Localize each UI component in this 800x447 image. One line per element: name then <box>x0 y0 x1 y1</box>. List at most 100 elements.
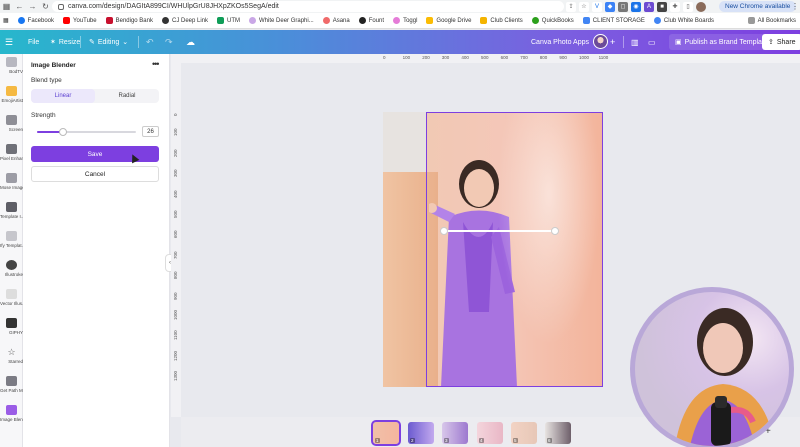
ruler-tick-label: 300 <box>173 169 178 178</box>
ruler-tick-label: 1000 <box>173 309 178 320</box>
site-info-icon[interactable] <box>58 3 64 10</box>
rail-item-get-path[interactable]: Get Path M... <box>0 373 23 402</box>
google-drive-icon <box>426 17 434 24</box>
folder-icon <box>747 17 755 24</box>
strength-slider[interactable] <box>37 128 136 136</box>
hamburger-menu-icon[interactable]: ☰ <box>5 30 13 54</box>
page-thumbnail[interactable]: 2 <box>408 422 434 444</box>
ruler-tick-label: 500 <box>173 210 178 218</box>
ruler-tick-label: 600 <box>173 230 178 239</box>
user-avatar[interactable] <box>593 34 608 49</box>
extension-a-icon[interactable]: A <box>644 1 654 12</box>
toggl-icon <box>393 17 401 24</box>
extension-b-icon[interactable]: ◉ <box>631 1 641 12</box>
file-menu[interactable]: File <box>28 30 39 54</box>
more-options-icon[interactable]: ••• <box>152 59 160 69</box>
redo-icon[interactable]: ↷ <box>165 30 173 54</box>
bookmark-star-icon[interactable]: ☆ <box>579 1 589 12</box>
extensions-puzzle-icon[interactable]: ✚ <box>670 1 680 12</box>
bookmark-toggl[interactable]: Toggl <box>393 17 417 24</box>
rail-item-illustroke[interactable]: Illustroke <box>0 257 23 286</box>
ruler-tick-label: 1300 <box>173 371 178 382</box>
page-thumbnail[interactable]: 4 <box>477 422 503 444</box>
comment-icon[interactable]: ▭ <box>648 30 656 54</box>
app-icon <box>6 144 17 154</box>
blend-end-handle[interactable] <box>551 227 559 235</box>
folder-icon <box>480 17 488 24</box>
bookmark-white-deer[interactable]: White Deer Graphi... <box>249 17 314 24</box>
bookmark-google-drive[interactable]: Google Drive <box>426 17 471 24</box>
reload-icon[interactable]: ↻ <box>39 0 52 13</box>
rail-item-giphy[interactable]: GIPHY <box>0 315 23 344</box>
ruler-tick-label: 0 <box>173 113 178 116</box>
youtube-icon <box>63 17 71 24</box>
bookmark-club-clients[interactable]: Club Clients <box>480 17 523 24</box>
all-bookmarks[interactable]: All Bookmarks <box>747 17 796 24</box>
bookmark-club-white-boards[interactable]: Club White Boards <box>653 17 714 24</box>
asana-icon <box>322 17 330 24</box>
rail-item-template-i[interactable]: Template I... <box>0 199 23 228</box>
page-thumbnail[interactable]: 1 <box>371 420 401 446</box>
extension-dark-icon[interactable]: ■ <box>657 1 667 12</box>
whiteboard-icon <box>653 17 661 24</box>
rail-item-emojiartist[interactable]: EmojiArtist <box>0 83 23 112</box>
browser-toolbar: ▦ ← → ↻ canva.com/design/DAGItA899CI/WHU… <box>0 0 800 13</box>
strength-slider-thumb[interactable] <box>58 128 67 136</box>
browser-menu-icon[interactable]: ⋮ <box>791 2 799 11</box>
address-bar[interactable]: canva.com/design/DAGItA899CI/WHUlpGrU8JH… <box>52 1 564 12</box>
bookmark-youtube[interactable]: YouTube <box>63 17 97 24</box>
ruler-tick-label: 800 <box>173 271 178 280</box>
page-thumbnail[interactable]: 5 <box>511 422 537 444</box>
blend-option-linear[interactable]: Linear <box>31 89 95 103</box>
blend-start-handle[interactable] <box>440 227 448 235</box>
rail-item-ify-template[interactable]: Ify Templat... <box>0 228 23 257</box>
facebook-icon <box>17 17 25 24</box>
rail-item-bodtv[interactable]: BodTV <box>0 54 23 83</box>
extension-v-icon[interactable]: V <box>592 1 602 12</box>
blend-option-radial[interactable]: Radial <box>95 89 159 103</box>
add-collaborator-icon[interactable]: + <box>610 30 615 54</box>
ruler-tick-label: 300 <box>441 55 450 60</box>
rail-item-pixel-enhance[interactable]: Pixel Enhan... <box>0 141 23 170</box>
bookmark-fount[interactable]: Fount <box>358 17 384 24</box>
bookmark-asana[interactable]: Asana <box>322 17 350 24</box>
cloud-saved-icon[interactable]: ☁ <box>186 30 195 54</box>
rail-item-screen[interactable]: Screen <box>0 112 23 141</box>
bookmark-cj-deep-link[interactable]: CJ Deep Link <box>161 17 208 24</box>
extension-grey-icon[interactable]: ◻ <box>618 1 628 12</box>
extension-blue-icon[interactable]: ◆ <box>605 1 615 12</box>
apps-grid-icon[interactable]: ▦ <box>0 0 13 13</box>
save-button[interactable]: Save <box>31 146 159 162</box>
rail-item-starred[interactable]: ☆ Starred <box>0 344 23 373</box>
rail-item-vector-illus[interactable]: Vector Illus... <box>0 286 23 315</box>
profile-avatar-icon[interactable] <box>696 1 706 12</box>
forward-icon[interactable]: → <box>26 0 39 13</box>
back-icon[interactable]: ← <box>13 0 26 13</box>
app-icon <box>6 173 17 183</box>
publish-brand-template-button[interactable]: ▣ Publish as Brand Template <box>669 34 774 50</box>
bookmarks-apps-icon[interactable]: ▦ <box>3 17 9 24</box>
design-title[interactable]: Canva Photo Apps <box>531 30 589 54</box>
bookmarks-bar: ▦ Facebook YouTube Bendigo Bank CJ Deep … <box>0 13 800 29</box>
bookmark-client-storage[interactable]: CLIENT STORAGE <box>582 17 645 24</box>
blend-direction-line[interactable] <box>444 230 555 232</box>
new-chrome-available-button[interactable]: New Chrome available <box>719 1 797 12</box>
editing-mode-button[interactable]: ✎ Editing ⌄ <box>89 30 128 54</box>
share-page-icon[interactable]: ⇪ <box>566 1 576 12</box>
share-button[interactable]: ⇪ Share <box>762 34 800 50</box>
bookmark-utm[interactable]: UTM <box>217 17 240 24</box>
rail-item-image-blender[interactable]: Image Blen... <box>0 402 23 431</box>
side-panel-icon[interactable]: ▯ <box>683 1 693 12</box>
bookmark-bendigo-bank[interactable]: Bendigo Bank <box>105 17 153 24</box>
selection-box[interactable] <box>426 112 603 387</box>
resize-button[interactable]: ✶ Resize <box>50 30 80 54</box>
page-thumbnail[interactable]: 3 <box>442 422 468 444</box>
bookmark-facebook[interactable]: Facebook <box>17 17 54 24</box>
cancel-button[interactable]: Cancel <box>31 166 159 182</box>
undo-icon[interactable]: ↶ <box>146 30 154 54</box>
page-thumbnail[interactable]: 6 <box>545 422 571 444</box>
rail-item-mose-image[interactable]: Mose Image <box>0 170 23 199</box>
bookmark-quickbooks[interactable]: QuickBooks <box>531 17 574 24</box>
insights-chart-icon[interactable]: ▥ <box>631 30 639 54</box>
strength-value-input[interactable]: 26 <box>142 126 159 137</box>
